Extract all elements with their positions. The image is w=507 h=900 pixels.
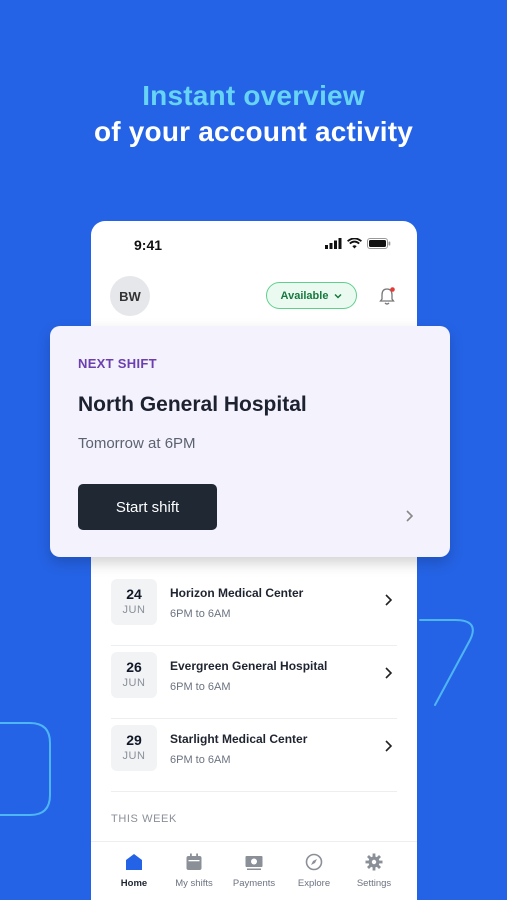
shift-day: 29 <box>126 732 142 748</box>
wifi-icon <box>347 238 362 249</box>
upcoming-shifts-list: 24 JUN Horizon Medical Center 6PM to 6AM… <box>111 573 397 792</box>
tab-payments[interactable]: Payments <box>224 852 284 889</box>
shift-hours: 6PM to 6AM <box>170 608 231 620</box>
compass-icon <box>305 853 323 871</box>
availability-dropdown[interactable]: Available <box>266 282 357 309</box>
next-shift-time: Tomorrow at 6PM <box>78 435 196 452</box>
shift-hospital: Evergreen General Hospital <box>170 659 328 673</box>
shift-hours: 6PM to 6AM <box>170 681 231 693</box>
gear-icon <box>365 853 383 871</box>
shift-day: 26 <box>126 659 142 675</box>
bottom-tab-bar: Home My shifts Payments Explore Settings <box>91 841 417 900</box>
shift-row[interactable]: 24 JUN Horizon Medical Center 6PM to 6AM <box>111 573 397 646</box>
money-icon <box>245 856 263 870</box>
shift-row[interactable]: 26 JUN Evergreen General Hospital 6PM to… <box>111 646 397 719</box>
shift-day: 24 <box>126 586 142 602</box>
notification-bell-icon[interactable] <box>378 286 396 306</box>
tab-label: Home <box>120 878 148 889</box>
headline-line-2: of your account activity <box>93 116 414 147</box>
availability-label: Available <box>280 289 329 302</box>
shift-hospital: Horizon Medical Center <box>170 586 304 600</box>
chevron-right-icon <box>385 667 393 679</box>
shift-date: 29 JUN <box>111 725 157 771</box>
shift-month: JUN <box>122 604 146 616</box>
tab-label: Explore <box>297 878 331 889</box>
battery-icon <box>367 238 391 249</box>
next-shift-label: NEXT SHIFT <box>78 356 157 371</box>
shift-hours: 6PM to 6AM <box>170 754 231 766</box>
shift-row[interactable]: 29 JUN Starlight Medical Center 6PM to 6… <box>111 719 397 792</box>
tab-home[interactable]: Home <box>104 852 164 889</box>
shift-date: 26 JUN <box>111 652 157 698</box>
tab-settings[interactable]: Settings <box>344 852 404 889</box>
chevron-down-icon <box>334 293 342 299</box>
tab-my-shifts[interactable]: My shifts <box>164 852 224 889</box>
tab-explore[interactable]: Explore <box>284 852 344 889</box>
chevron-right-icon <box>385 740 393 752</box>
calendar-icon <box>186 853 202 870</box>
decorative-outline-left <box>0 722 51 816</box>
start-shift-button[interactable]: Start shift <box>78 484 217 530</box>
headline: Instant overview of your account activit… <box>0 78 507 150</box>
shift-month: JUN <box>122 677 146 689</box>
avatar[interactable]: BW <box>110 276 150 316</box>
tab-label: Payments <box>232 878 276 889</box>
next-shift-card[interactable]: NEXT SHIFT North General Hospital Tomorr… <box>50 326 450 557</box>
status-time: 9:41 <box>134 237 163 253</box>
chevron-right-icon <box>406 510 414 522</box>
shift-hospital: Starlight Medical Center <box>170 732 308 746</box>
status-icons <box>325 238 391 249</box>
status-bar: 9:41 <box>91 221 417 269</box>
phone-screen: 9:41 BW Available 24 JUN Horizon Medical… <box>91 221 417 900</box>
home-icon <box>126 854 142 870</box>
section-heading-this-week: THIS WEEK <box>111 813 177 825</box>
next-shift-hospital: North General Hospital <box>78 393 307 416</box>
chevron-right-icon <box>385 594 393 606</box>
shift-month: JUN <box>122 750 146 762</box>
tab-label: Settings <box>356 878 392 889</box>
signal-icon <box>325 238 342 249</box>
shift-date: 24 JUN <box>111 579 157 625</box>
tab-label: My shifts <box>175 878 213 889</box>
headline-line-1: Instant overview <box>142 80 365 111</box>
